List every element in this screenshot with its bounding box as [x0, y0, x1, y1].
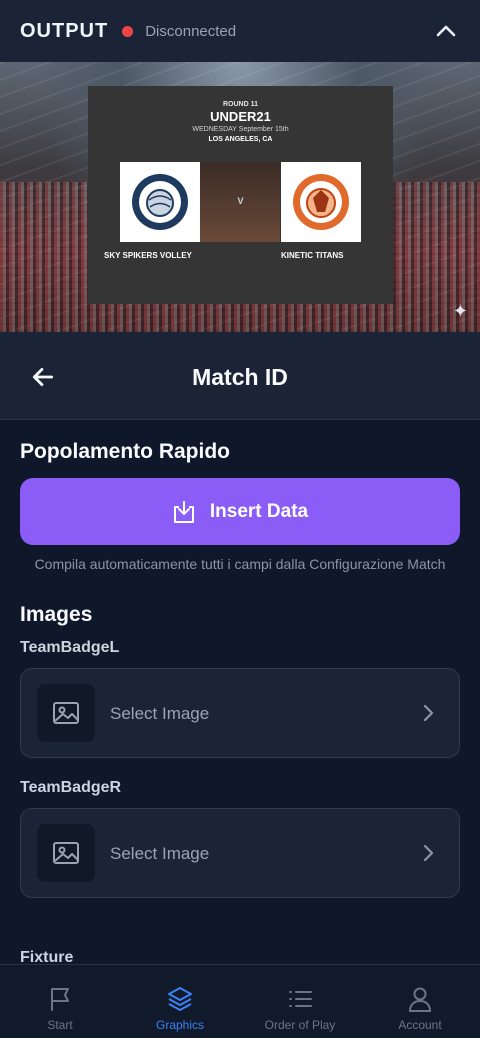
team-badge-right-label: TeamBadgeR: [20, 779, 122, 796]
match-card: ROUND 11 UNDER21 WEDNESDAY September 15t…: [88, 86, 393, 304]
graphics-preview: ROUND 11 UNDER21 WEDNESDAY September 15t…: [0, 62, 480, 332]
user-icon: [408, 987, 432, 1012]
nav-item-start[interactable]: Start: [0, 965, 120, 1038]
page-title: Match ID: [192, 364, 288, 390]
quick-fill-title: Popolamento Rapido: [20, 440, 230, 463]
team-badge-right: [281, 162, 361, 242]
team-badge-left: [120, 162, 200, 242]
nav-item-graphics[interactable]: Graphics: [120, 965, 240, 1038]
sparkle-icon: ✦: [452, 301, 468, 321]
nav-label-start: Start: [47, 1018, 73, 1032]
division-label: UNDER21: [210, 109, 271, 124]
output-bar: OUTPUT Disconnected: [0, 0, 480, 62]
nav-label-account: Account: [398, 1018, 442, 1032]
chevron-right-icon: [423, 844, 434, 862]
chevron-right-icon: [423, 704, 434, 722]
quick-fill-hint: Compila automaticamente tutti i campi da…: [34, 556, 446, 572]
select-image-text: Select Image: [110, 844, 210, 863]
nav-label-order-of-play: Order of Play: [264, 1018, 336, 1032]
chevron-up-icon[interactable]: [434, 19, 458, 43]
round-label: ROUND 11: [222, 101, 258, 108]
image-placeholder-thumb: [37, 684, 95, 742]
match-date: WEDNESDAY September 15th: [192, 126, 289, 133]
sky-spikers-logo-icon: [132, 174, 188, 230]
select-image-text: Select Image: [110, 704, 210, 723]
insert-data-label: Insert Data: [209, 500, 309, 522]
team-badge-left-label: TeamBadgeL: [20, 639, 120, 656]
output-title: OUTPUT: [20, 19, 109, 42]
match-city: LOS ANGELES, CA: [208, 136, 273, 143]
kinetic-titans-logo-icon: [293, 174, 349, 230]
image-placeholder-thumb: [37, 824, 95, 882]
insert-data-button[interactable]: Insert Data: [20, 478, 460, 545]
image-icon: [53, 842, 79, 864]
nav-item-order-of-play[interactable]: Order of Play: [240, 965, 360, 1038]
team-name-right: KINETIC TITANS: [281, 251, 344, 260]
status-dot-icon: [122, 25, 134, 37]
connection-status: Disconnected: [145, 22, 237, 40]
nav-item-account[interactable]: Account: [360, 965, 480, 1038]
nav-label-graphics: Graphics: [155, 1018, 205, 1032]
bottom-nav: Start Graphics Order of Play Account: [0, 964, 480, 1038]
team-badge-right-picker[interactable]: Select Image: [20, 808, 460, 898]
images-section-title: Images: [20, 603, 93, 626]
team-badge-left-picker[interactable]: Select Image: [20, 668, 460, 758]
layers-icon: [168, 987, 192, 1011]
flag-icon: [51, 988, 69, 1011]
page-header: Match ID: [0, 332, 480, 420]
team-name-left: SKY SPIKERS VOLLEY: [104, 251, 192, 260]
import-icon: [173, 500, 194, 523]
image-icon: [53, 702, 79, 724]
list-icon: [289, 991, 312, 1007]
